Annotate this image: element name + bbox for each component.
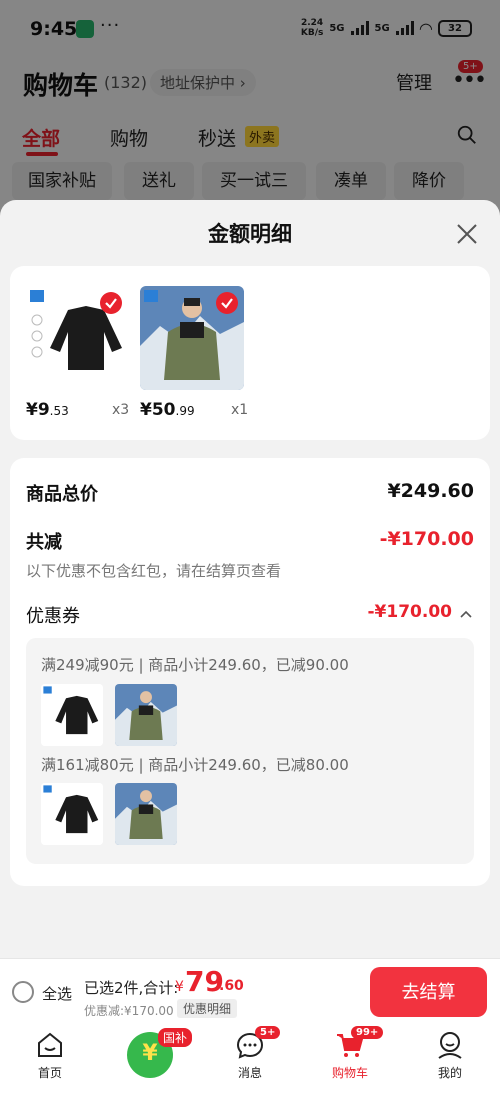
jacket-image	[115, 783, 177, 845]
coupon-thumb-jacket	[115, 783, 177, 845]
cart-badge: 99+	[351, 1026, 384, 1039]
total-price-value: ¥249.60	[387, 480, 474, 502]
reduce-hint: 以下优惠不包含红包，请在结算页查看	[26, 562, 282, 580]
item-price-dec: .53	[49, 404, 69, 418]
coupon-thumb-sweater	[41, 684, 103, 746]
chevron-up-icon[interactable]	[460, 609, 472, 619]
item-qty: x3	[112, 402, 130, 418]
jacket-image	[115, 684, 177, 746]
close-icon[interactable]	[455, 222, 479, 246]
nav-home[interactable]: 首页	[15, 1030, 85, 1081]
sweater-image	[41, 783, 103, 845]
checkout-bar: 全选 已选2件,合计: ¥ 79 .60 优惠减:¥170.00 优惠明细 去结…	[0, 958, 500, 1024]
national-subsidy-badge: 国补	[158, 1028, 193, 1047]
reduce-value: -¥170.00	[379, 528, 474, 550]
item-qty: x1	[231, 402, 249, 418]
home-icon	[38, 1032, 62, 1057]
price-summary-card: 商品总价 ¥249.60 共减 -¥170.00 以下优惠不包含红包，请在结算页…	[10, 458, 490, 886]
profile-icon	[438, 1032, 462, 1059]
nav-label: 我的	[437, 1066, 462, 1080]
nav-messages[interactable]: 消息 5+	[215, 1026, 285, 1081]
nav-label: 首页	[37, 1066, 62, 1080]
select-all-checkbox[interactable]	[12, 981, 34, 1003]
checkout-button[interactable]: 去结算	[370, 967, 487, 1017]
nav-label: 购物车	[331, 1066, 368, 1080]
total-price-label: 商品总价	[26, 484, 98, 505]
nav-cart[interactable]: 购物车 99+	[315, 1026, 385, 1081]
item-selected-check-icon[interactable]	[216, 292, 238, 314]
nav-profile[interactable]: 我的	[415, 1030, 485, 1081]
item-price-dec: .99	[175, 404, 195, 418]
item-price: ¥9.53	[26, 400, 69, 420]
messages-badge: 5+	[255, 1026, 281, 1039]
total-amount-dec: .60	[219, 978, 244, 994]
coupon-value[interactable]: -¥170.00	[368, 602, 453, 622]
item-price: ¥50.99	[140, 400, 195, 420]
selected-count-text: 已选2件,合计:	[84, 979, 179, 997]
item-selected-check-icon[interactable]	[100, 292, 122, 314]
item-price-int: ¥9	[26, 400, 50, 420]
nav-label: 消息	[237, 1066, 262, 1080]
bottom-nav: 首页 ¥ 国补 消息 5+ 购物车 99+ 我的	[0, 1024, 500, 1110]
amount-detail-sheet: 金额明细 ¥9.53 x3 ¥50.99 x1 商品总价 ¥249.60 共减 …	[0, 200, 500, 960]
sheet-title: 金额明细	[208, 222, 292, 246]
reduce-label: 共减	[26, 532, 62, 553]
selected-items-card: ¥9.53 x3 ¥50.99 x1	[10, 266, 490, 440]
item-price-int: ¥50	[140, 400, 176, 420]
discount-amount: 优惠减:¥170.00	[84, 1004, 174, 1018]
coupon-rule-1: 满249减90元 | 商品小计249.60，已减90.00	[41, 656, 349, 674]
coupon-rule-2: 满161减80元 | 商品小计249.60，已减80.00	[41, 756, 349, 774]
coupon-thumb-sweater	[41, 783, 103, 845]
select-all-label[interactable]: 全选	[42, 983, 72, 1004]
coupon-thumb-jacket	[115, 684, 177, 746]
coupon-label: 优惠券	[26, 606, 80, 627]
sweater-image	[41, 684, 103, 746]
discount-detail-button[interactable]: 优惠明细	[177, 999, 238, 1018]
coupon-detail-box: 满249减90元 | 商品小计249.60，已减90.00 满161减80元 |…	[26, 638, 474, 864]
total-currency: ¥	[175, 979, 184, 995]
